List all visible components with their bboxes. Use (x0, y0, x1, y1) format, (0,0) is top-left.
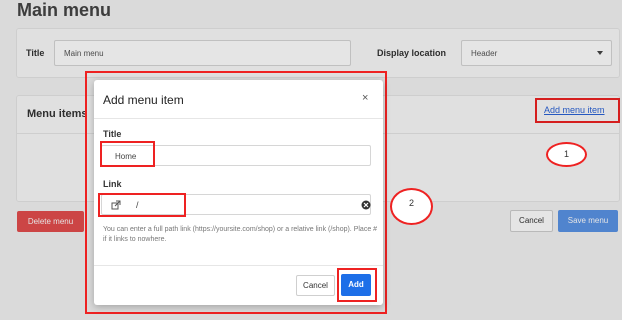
clear-circle-icon[interactable] (361, 200, 371, 210)
annotation-callout-2: 2 (390, 188, 433, 225)
link-help-text: You can enter a full path link (https://… (103, 226, 378, 243)
annotation-highlight-title-field (100, 141, 155, 167)
item-link-label: Link (103, 179, 122, 189)
dialog-title: Add menu item (103, 93, 184, 107)
close-icon[interactable]: × (362, 92, 368, 104)
dialog-footer-divider (94, 265, 383, 266)
dialog-header-divider (94, 118, 383, 119)
item-title-label: Title (103, 129, 122, 139)
annotation-callout-1: 1 (546, 142, 587, 167)
annotation-highlight-link-field (98, 193, 186, 217)
dialog-cancel-button[interactable]: Cancel (296, 275, 335, 296)
annotation-highlight-add-button (337, 268, 377, 302)
